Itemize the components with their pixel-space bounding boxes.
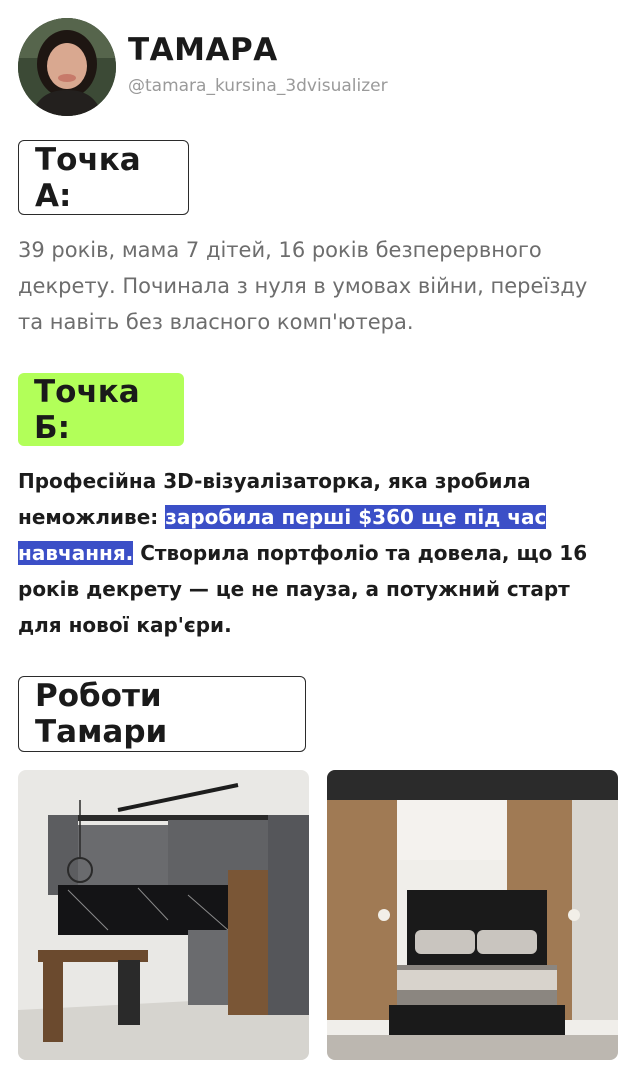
profile-header: ТАМАРА @tamara_kursina_3dvisualizer	[18, 18, 388, 116]
works-label: Роботи Тамари	[18, 676, 306, 752]
bedroom-render-image[interactable]	[327, 770, 618, 1060]
profile-name: ТАМАРА	[128, 32, 278, 68]
profile-handle[interactable]: @tamara_kursina_3dvisualizer	[128, 76, 388, 96]
point-a-label: Точка А:	[18, 140, 189, 215]
point-b-text: Професійна 3D-візуалізаторка, яка зробил…	[18, 463, 618, 643]
point-b-label: Точка Б:	[18, 373, 184, 446]
kitchen-render-image[interactable]	[18, 770, 309, 1060]
profile-info: ТАМАРА @tamara_kursina_3dvisualizer	[128, 32, 388, 96]
point-a-text: 39 років, мама 7 дітей, 16 років безпере…	[18, 238, 588, 334]
avatar[interactable]	[18, 18, 116, 116]
